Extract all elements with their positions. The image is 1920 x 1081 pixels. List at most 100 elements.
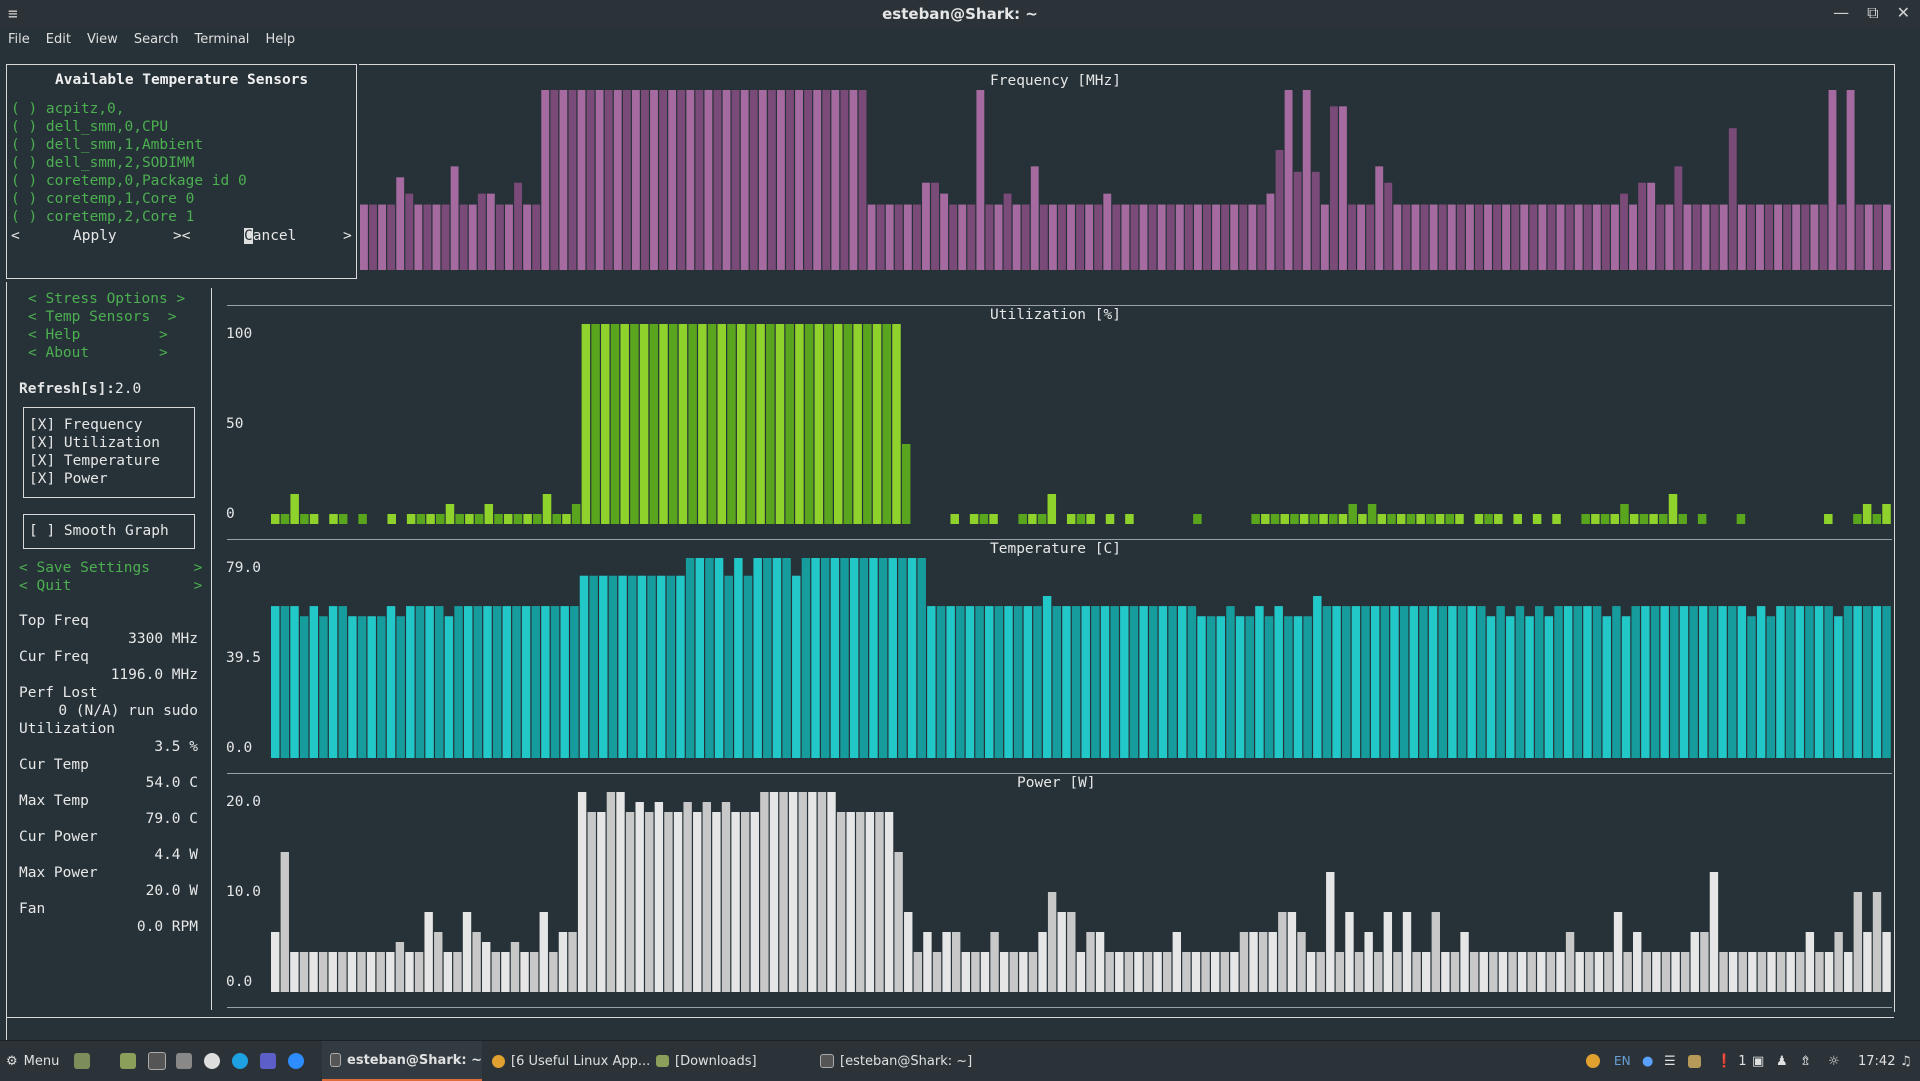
bar	[271, 606, 280, 758]
notification-count: 1	[1738, 1053, 1747, 1069]
bar	[859, 558, 869, 758]
launcher-app[interactable]	[204, 1041, 220, 1081]
sensor-option[interactable]: ( ) acpitz,0,	[11, 100, 125, 118]
launcher-terminal[interactable]	[148, 1041, 166, 1081]
menu-terminal[interactable]: Terminal	[186, 28, 257, 52]
task-terminal-active[interactable]: esteban@Shark: ~	[322, 1041, 482, 1081]
tray-music[interactable]: ♫	[1900, 1041, 1912, 1081]
stat-value: 3300 MHz	[128, 631, 198, 647]
close-button[interactable]: ✕	[1897, 3, 1910, 23]
launcher-teams[interactable]	[260, 1041, 276, 1081]
sensor-option[interactable]: ( ) dell_smm,1,Ambient	[11, 136, 203, 154]
check-utilization[interactable]: [X] Utilization	[29, 434, 160, 452]
launcher-show-desktop[interactable]	[74, 1041, 90, 1081]
menu-search[interactable]: Search	[126, 28, 187, 52]
smooth-graph-toggle[interactable]: [ ] Smooth Graph	[29, 522, 169, 540]
quit-button[interactable]: < Quit >	[19, 577, 202, 595]
tray-app[interactable]: ▣	[1752, 1041, 1764, 1081]
bar	[976, 90, 985, 270]
sensor-option[interactable]: ( ) coretemp,1,Core 0	[11, 190, 194, 208]
bar	[753, 558, 762, 758]
menu-stress-options[interactable]: < Stress Options >	[28, 290, 185, 308]
bar	[462, 912, 472, 992]
menu-file[interactable]: File	[0, 28, 38, 52]
clock[interactable]: 17:42	[1858, 1041, 1895, 1081]
bar	[1375, 166, 1384, 270]
tray-brightness[interactable]: ☼	[1828, 1041, 1840, 1081]
bar	[608, 575, 618, 758]
check-power[interactable]: [X] Power	[29, 470, 108, 488]
bar	[1520, 204, 1529, 270]
bar	[1166, 204, 1175, 270]
menu-view[interactable]: View	[79, 28, 126, 52]
tray-network[interactable]: ☰	[1664, 1041, 1676, 1081]
keyboard-layout[interactable]: EN	[1614, 1041, 1631, 1081]
bar	[727, 324, 736, 524]
bar	[795, 324, 804, 524]
bar	[625, 812, 635, 992]
bar	[772, 558, 782, 758]
menu-help[interactable]: < Help >	[28, 326, 168, 344]
bar	[357, 616, 367, 758]
launcher-app[interactable]	[176, 1041, 192, 1081]
tray-chrome[interactable]	[1586, 1041, 1600, 1081]
tray-wifi[interactable]: ⇯	[1800, 1041, 1811, 1081]
sensor-option[interactable]: ( ) dell_smm,0,CPU	[11, 118, 168, 136]
bar	[416, 514, 426, 524]
bar	[1824, 514, 1833, 524]
refresh-rate[interactable]: Refresh[s]:2.0	[19, 380, 141, 398]
bar	[1736, 514, 1746, 524]
bar	[1456, 204, 1465, 270]
minimize-button[interactable]: —	[1833, 3, 1849, 23]
power-tick-mid: 10.0	[226, 884, 261, 900]
bar	[1585, 952, 1594, 992]
menu-help[interactable]: Help	[257, 28, 303, 52]
bar	[1085, 204, 1094, 270]
bar	[1498, 952, 1508, 992]
bar	[1086, 932, 1095, 992]
bar	[541, 606, 550, 758]
bar	[1030, 166, 1039, 270]
bar	[688, 324, 697, 524]
bar	[1358, 514, 1367, 524]
bar	[512, 606, 521, 758]
menu-edit[interactable]: Edit	[38, 28, 79, 52]
bar	[749, 90, 758, 270]
bar	[1028, 952, 1038, 992]
sensor-option[interactable]: ( ) dell_smm,2,SODIMM	[11, 154, 194, 172]
menu-temp-sensors[interactable]: < Temp Sensors >	[28, 308, 176, 326]
maximize-button[interactable]: ⧉	[1867, 3, 1878, 23]
apply-button[interactable]: Apply	[73, 227, 117, 245]
check-temperature[interactable]: [X] Temperature	[29, 452, 160, 470]
bar	[1448, 606, 1457, 758]
start-menu-button[interactable]: ⚙ Menu	[6, 1041, 59, 1081]
launcher-zoom[interactable]	[288, 1041, 304, 1081]
tray-bluetooth[interactable]: ●	[1642, 1041, 1653, 1081]
teams-icon	[260, 1053, 276, 1069]
bar	[1527, 952, 1536, 992]
tray-user[interactable]: ♟	[1776, 1041, 1788, 1081]
bar	[1674, 166, 1683, 270]
bar	[1441, 952, 1450, 992]
task-browser[interactable]: [6 Useful Linux App...	[492, 1041, 650, 1081]
terminal-area[interactable]: Available Temperature Sensors ( ) acpitz…	[0, 52, 1920, 1068]
cancel-button[interactable]: Cancel	[244, 227, 296, 245]
bar	[1692, 204, 1701, 270]
tray-notifications[interactable]: ❗ 1	[1716, 1041, 1746, 1081]
sensor-option[interactable]: ( ) coretemp,2,Core 1	[11, 208, 194, 226]
bar	[1258, 932, 1268, 992]
task-terminal-2[interactable]: [esteban@Shark: ~]	[820, 1041, 972, 1081]
launcher-files[interactable]	[120, 1041, 136, 1081]
task-downloads[interactable]: [Downloads]	[656, 1041, 757, 1081]
bar	[450, 166, 459, 270]
sensor-option[interactable]: ( ) coretemp,0,Package id 0	[11, 172, 247, 190]
check-frequency[interactable]: [X] Frequency	[29, 416, 143, 434]
menu-about[interactable]: < About >	[28, 344, 168, 362]
save-settings-button[interactable]: < Save Settings >	[19, 559, 202, 577]
bar	[814, 324, 824, 524]
bar	[1261, 514, 1270, 524]
bar	[1574, 204, 1583, 270]
bar	[840, 558, 849, 758]
tray-clipboard[interactable]	[1688, 1041, 1701, 1081]
launcher-skype[interactable]	[232, 1041, 248, 1081]
